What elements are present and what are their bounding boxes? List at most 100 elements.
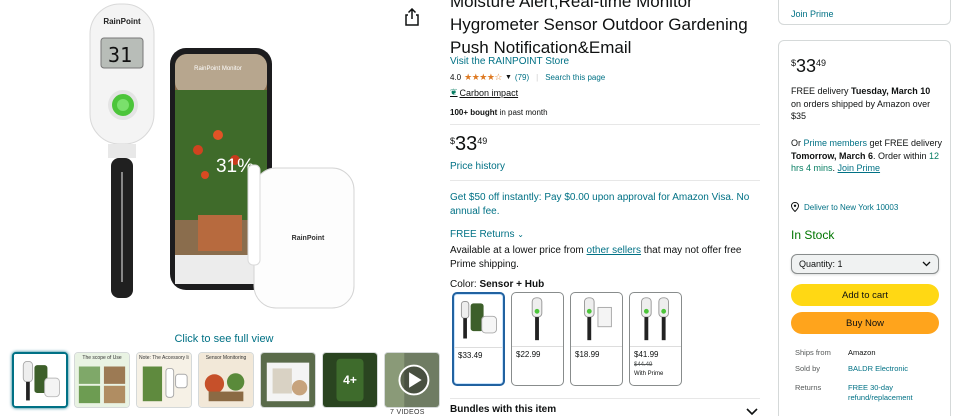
- divider: |: [536, 73, 539, 82]
- divider: [630, 346, 681, 347]
- visit-store-link[interactable]: Visit the RAINPOINT Store: [450, 56, 569, 67]
- swatch-list-price: $44.49: [634, 362, 653, 368]
- swatch-sensor-only[interactable]: $18.99: [570, 292, 623, 386]
- ships-from-key: Ships from: [795, 348, 831, 357]
- join-prime-link[interactable]: Join Prime: [791, 9, 834, 19]
- swatch-prime-note: With Prime: [634, 371, 664, 377]
- divider: [571, 346, 622, 347]
- color-swatches: $33.49 $22.99 $18.99 $41.99 $44.49 With …: [452, 292, 682, 386]
- main-product-image[interactable]: RainPoint 31 RainPoint Monitor 31% RainP…: [70, 0, 380, 325]
- delivery-prefix: FREE delivery: [791, 86, 852, 96]
- thumbnail-4[interactable]: Sensor Monitoring: [198, 352, 254, 408]
- videos-count-label: 7 VIDEOS: [390, 409, 425, 416]
- divider: [450, 398, 760, 399]
- divider: [450, 124, 760, 125]
- prime-delivery-date: Tomorrow, March 6: [791, 150, 874, 161]
- chevron-down-icon: ⌄: [517, 230, 524, 239]
- review-count-link[interactable]: (79): [515, 73, 529, 82]
- thumbnail-1[interactable]: [12, 352, 68, 408]
- lower-price-notice: Available at a lower price from other se…: [450, 244, 760, 272]
- bundles-heading[interactable]: Bundles with this item: [450, 404, 556, 415]
- click-full-view-link[interactable]: Click to see full view: [0, 333, 448, 345]
- swatch-sensor[interactable]: $22.99: [511, 292, 564, 386]
- seller-link[interactable]: BALDR Electronic: [848, 364, 908, 373]
- rating-value: 4.0: [450, 73, 462, 82]
- thumbnail-3-caption: Note: The Accessory list: [139, 355, 189, 361]
- phone-app-title: RainPoint Monitor: [194, 66, 242, 72]
- product-price: $ 33 49: [450, 133, 487, 155]
- price-fraction: 49: [816, 58, 827, 68]
- price-whole: 33: [796, 56, 817, 76]
- other-sellers-link[interactable]: other sellers: [587, 245, 641, 256]
- prime-order-text: . Order within: [873, 150, 930, 161]
- bought-suffix: in past month: [497, 108, 548, 117]
- add-to-cart-button[interactable]: Add to cart: [791, 284, 939, 306]
- swatch-price: $33.49: [458, 351, 483, 360]
- thumbnail-more[interactable]: 4+: [322, 352, 378, 408]
- free-returns-label: FREE Returns: [450, 229, 515, 240]
- share-icon[interactable]: [405, 7, 419, 26]
- returns-key: Returns: [795, 383, 822, 392]
- divider: [450, 180, 760, 181]
- stock-status: In Stock: [791, 228, 835, 242]
- swatch-price: $41.99: [634, 350, 659, 359]
- price-fraction: 49: [477, 136, 488, 146]
- sold-by-key: Sold by: [795, 364, 821, 373]
- sold-by-row: Sold by BALDR Electronic: [795, 364, 908, 373]
- join-prime-inline-link[interactable]: Join Prime: [838, 163, 881, 173]
- search-this-page-link[interactable]: Search this page: [545, 73, 605, 82]
- chevron-down-icon[interactable]: ▼: [505, 74, 512, 81]
- rating-row: 4.0 ★★★★☆ ▼ (79) | Search this page: [450, 72, 605, 83]
- thumbnail-video[interactable]: [384, 352, 440, 408]
- color-label-prefix: Color:: [450, 279, 480, 290]
- visa-promo-link[interactable]: Get $50 off instantly: Pay $0.00 upon ap…: [450, 191, 760, 219]
- swatch-price: $22.99: [516, 350, 541, 359]
- free-returns-link[interactable]: FREE Returns ⌄: [450, 229, 524, 240]
- thumbnail-3[interactable]: Note: The Accessory list: [136, 352, 192, 408]
- divider: [512, 346, 563, 347]
- hub-brand-text: RainPoint: [292, 235, 325, 242]
- prime-mid: get FREE delivery: [867, 138, 943, 148]
- leaf-icon: ❦: [450, 87, 458, 97]
- color-selector-label: Color: Sensor + Hub: [450, 279, 544, 290]
- sensor-lcd-value: 31: [108, 43, 132, 67]
- location-pin-icon: [791, 202, 799, 212]
- divider: [454, 347, 503, 348]
- product-title: Moisture Alert,Real-time Monitor Hygrome…: [450, 0, 748, 57]
- delivery-info: FREE delivery Tuesday, March 10 on order…: [791, 85, 941, 123]
- selected-color-value: Sensor + Hub: [479, 279, 545, 290]
- hub-device-image: RainPoint: [247, 164, 355, 309]
- swatch-two-sensors[interactable]: $41.99 $44.49 With Prime: [629, 292, 682, 386]
- deliver-to-link[interactable]: Deliver to New York 10003: [791, 202, 898, 212]
- thumbnail-2[interactable]: The scope of Use: [74, 352, 130, 408]
- prime-members-link[interactable]: Prime members: [804, 138, 868, 148]
- swatch-sensor-hub[interactable]: $33.49: [452, 292, 505, 386]
- lower-price-text: Available at a lower price from: [450, 245, 587, 256]
- returns-policy-link[interactable]: FREE 30-day refund/replacement: [848, 383, 933, 403]
- prime-prefix: Or: [791, 138, 804, 148]
- carbon-impact-label: Carbon impact: [459, 87, 519, 98]
- thumbnail-5[interactable]: [260, 352, 316, 408]
- thumbnail-4-caption: Sensor Monitoring: [205, 355, 247, 361]
- ships-from-value: Amazon: [848, 348, 876, 357]
- thumbnail-2-caption: The scope of Use: [82, 355, 122, 361]
- bought-in-past-month: 100+ bought in past month: [450, 108, 548, 117]
- more-thumbnails-count: 4+: [343, 373, 357, 387]
- delivery-date: Tuesday, March 10: [851, 86, 931, 96]
- price-history-link[interactable]: Price history: [450, 161, 505, 172]
- carbon-impact-link[interactable]: ❦ Carbon impact: [450, 87, 518, 98]
- star-rating-icon[interactable]: ★★★★☆: [464, 72, 502, 83]
- quantity-select[interactable]: Quantity: 1: [791, 254, 939, 274]
- delivery-suffix: on orders shipped by Amazon over $35: [791, 98, 931, 122]
- buy-now-button[interactable]: Buy Now: [791, 312, 939, 334]
- swatch-price: $18.99: [575, 350, 600, 359]
- sensor-device-image: RainPoint 31: [89, 3, 155, 298]
- chevron-down-icon[interactable]: [746, 404, 758, 416]
- prime-delivery-info: Or Prime members get FREE delivery Tomor…: [791, 137, 943, 175]
- chevron-down-icon: [922, 261, 931, 267]
- price-whole: 33: [455, 133, 478, 155]
- deliver-to-label: Deliver to New York 10003: [804, 202, 899, 212]
- bought-count: 100+ bought: [450, 108, 498, 117]
- returns-row: Returns FREE 30-day refund/replacement: [795, 383, 933, 403]
- thumbnail-strip: The scope of Use Note: The Accessory lis…: [12, 352, 440, 408]
